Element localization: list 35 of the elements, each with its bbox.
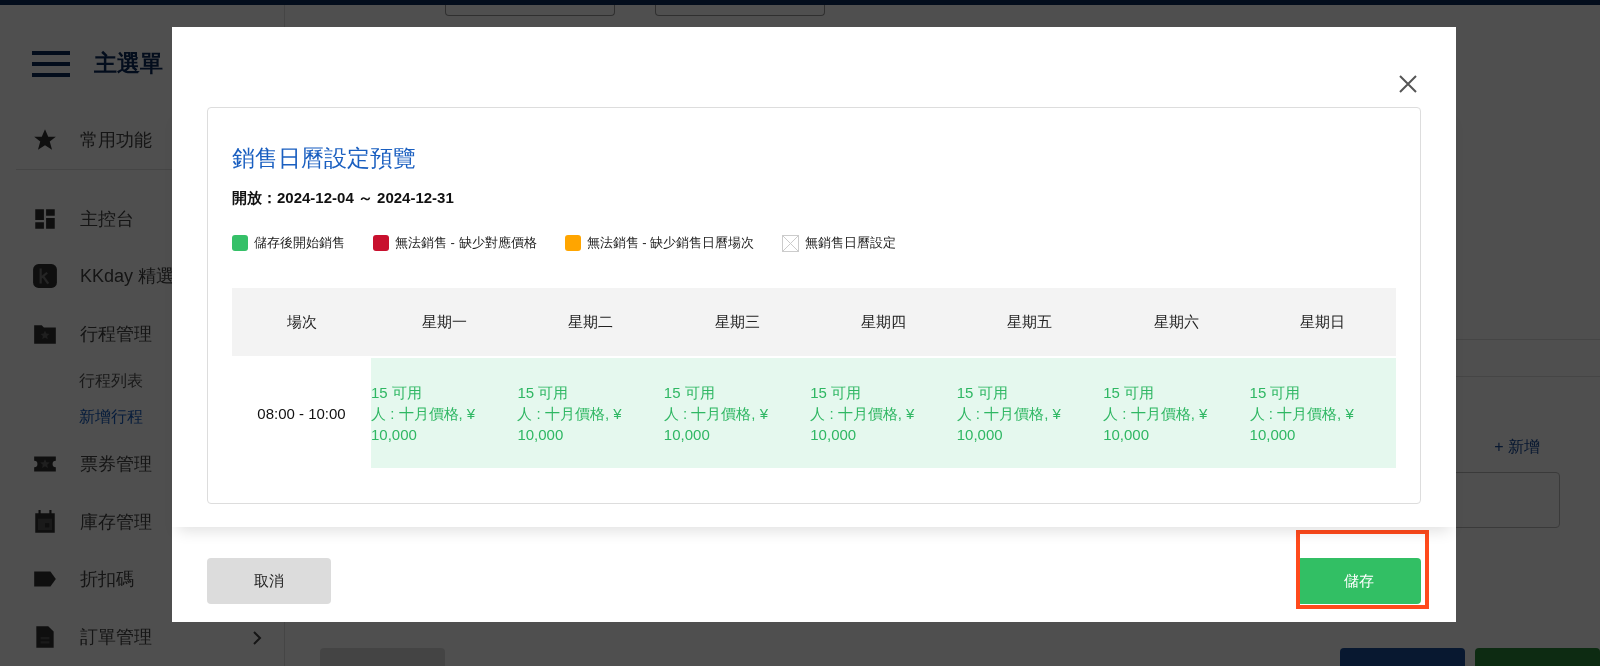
column-header: 場次 <box>232 288 371 358</box>
column-header: 星期一 <box>371 288 518 358</box>
availability-cell: 15 可用 人 : 十月價格, ¥ 10,000 <box>1249 358 1396 468</box>
cancel-button[interactable]: 取消 <box>207 558 331 604</box>
calendar-icon <box>32 508 58 535</box>
open-period: 開放：2024-12-04 ～ 2024-12-31 <box>232 188 455 208</box>
legend-label: 儲存後開始銷售 <box>254 234 345 252</box>
legend-label: 無法銷售 - 缺少銷售日曆場次 <box>586 234 755 252</box>
column-header: 星期二 <box>517 288 664 358</box>
k-logo-icon <box>32 263 58 290</box>
availability-cell: 15 可用 人 : 十月價格, ¥ 10,000 <box>1103 358 1250 468</box>
sidebar-item[interactable]: 訂單管理 <box>0 608 284 666</box>
empty-swatch-icon <box>782 234 800 252</box>
column-header: 星期四 <box>810 288 957 358</box>
sidebar-item[interactable]: 票券管理 <box>0 434 284 493</box>
sidebar-item[interactable]: 庫存管理 <box>0 492 284 551</box>
legend-label: 無銷售日曆設定 <box>805 234 897 252</box>
availability-cell: 15 可用 人 : 十月價格, ¥ 10,000 <box>371 358 518 468</box>
column-header: 星期六 <box>1103 288 1250 358</box>
menu-icon[interactable] <box>32 50 70 77</box>
column-header: 星期日 <box>1249 288 1396 358</box>
column-header: 星期三 <box>663 288 811 358</box>
background-button[interactable] <box>1475 648 1600 666</box>
legend-label: 無法銷售 - 缺少對應價格 <box>395 234 537 252</box>
availability-cell: 15 可用 人 : 十月價格, ¥ 10,000 <box>517 358 664 468</box>
sidebar-title: 主選單 <box>94 49 163 79</box>
availability-cell: 15 可用 人 : 十月價格, ¥ 10,000 <box>956 358 1104 468</box>
column-header: 星期五 <box>956 288 1104 358</box>
add-link[interactable]: + 新增 <box>1494 437 1540 458</box>
availability-cell: 15 可用 人 : 十月價格, ¥ 10,000 <box>810 358 957 468</box>
background-button[interactable] <box>1340 648 1465 666</box>
dialog-title: 銷售日曆設定預覽 <box>232 144 417 172</box>
session-cell-text: 08:00 - 10:00 <box>256 403 347 424</box>
save-button[interactable]: 儲存 <box>1297 558 1421 604</box>
availability-cell: 15 可用 人 : 十月價格, ¥ 10,000 <box>663 358 811 468</box>
